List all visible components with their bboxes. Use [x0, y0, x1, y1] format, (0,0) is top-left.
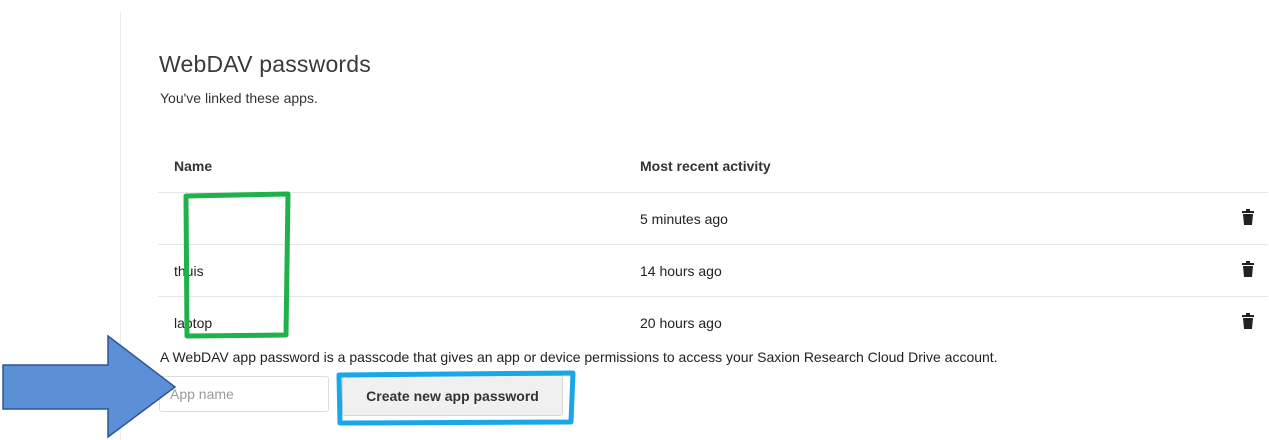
table-header-row: Name Most recent activity: [158, 140, 1268, 193]
activity-cell: 20 hours ago: [640, 314, 722, 331]
app-name-input[interactable]: [159, 376, 329, 412]
trash-icon[interactable]: [1241, 261, 1255, 280]
trash-icon[interactable]: [1241, 209, 1255, 228]
content-divider: [120, 12, 121, 440]
column-header-name: Name: [158, 140, 640, 193]
column-header-activity: Most recent activity: [640, 140, 1228, 193]
app-password-hint: A WebDAV app password is a passcode that…: [160, 349, 998, 365]
create-app-password-button[interactable]: Create new app password: [342, 375, 563, 416]
activity-cell: 5 minutes ago: [640, 192, 1228, 245]
trash-icon[interactable]: [1241, 313, 1255, 332]
table-row: 5 minutes ago: [158, 192, 1268, 245]
table-row: laptop 20 hours ago: [158, 297, 1268, 349]
app-name-cell: thuis: [158, 244, 640, 297]
app-name-cell: laptop: [174, 314, 213, 331]
table-row: thuis 14 hours ago: [158, 244, 1268, 297]
arrow-right-annotation: [2, 334, 177, 439]
activity-cell: 14 hours ago: [640, 244, 1228, 297]
app-name-cell: [158, 192, 640, 245]
app-passwords-table: Name Most recent activity 5 minutes ago …: [158, 140, 1268, 348]
section-title: WebDAV passwords: [159, 51, 371, 77]
section-description: You've linked these apps.: [160, 90, 318, 106]
